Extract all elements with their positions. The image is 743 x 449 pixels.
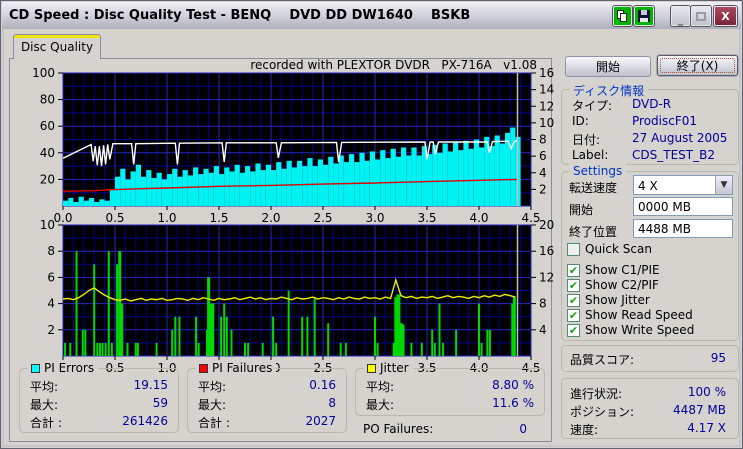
position-row: ポジション: 4487 MB [570, 403, 726, 419]
checkbox-icon [567, 242, 580, 256]
minimize-button[interactable]: _ [671, 6, 690, 26]
pi-errors-average-row: 平均: 19.15 [30, 378, 168, 394]
pi-failures-max-row: 最大: 8 [198, 396, 336, 412]
jitter-groupbox: Jitter 平均: 8.80 % 最大: 11.6 % [355, 361, 545, 416]
minimize-icon: _ [677, 12, 684, 26]
pi-errors-title: PI Errors [44, 361, 95, 375]
disc-label-row: Label: CDS_TEST_B2 [572, 148, 715, 162]
checkbox-show-write-speed[interactable]: ✔ Show Write Speed [567, 323, 694, 337]
progress-groupbox: 進行状況: 100 % ポジション: 4487 MB 速度: 4.17 X [561, 378, 739, 439]
checkbox-icon: ✔ [567, 278, 580, 292]
pi-failures-average-row: 平均: 0.16 [198, 378, 336, 394]
checkbox-quick-scan[interactable]: Quick Scan [567, 242, 652, 256]
pi-errors-total-row: 合計 :261426 [30, 414, 168, 430]
speed-select[interactable]: 4 X ▼ [633, 175, 733, 195]
pi-errors-groupbox: PI Errors 平均: 19.15 最大: 59 合計 :261426 [19, 361, 179, 433]
pi-errors-max-row: 最大: 59 [30, 396, 168, 412]
pi-failures-swatch [199, 363, 208, 373]
jitter-max-row: 最大: 11.6 % [366, 396, 534, 412]
tab-disc-quality[interactable]: Disc Quality [13, 34, 101, 59]
checkbox-show-c2-pif[interactable]: ✔ Show C2/PIF [567, 278, 659, 292]
app-window: CD Speed : Disc Quality Test - BENQ DVD … [0, 0, 743, 449]
disc-type-row: タイプ: DVD-R [572, 97, 672, 113]
window-title: CD Speed : Disc Quality Test - BENQ DVD … [9, 8, 471, 23]
checkbox-show-c1-pie[interactable]: ✔ Show C1/PIE [567, 263, 660, 277]
checkbox-icon: ✔ [567, 263, 580, 277]
end-position-field[interactable]: 4488 MB [633, 219, 733, 238]
quality-score-groupbox: 品質スコア: 95 [561, 345, 739, 372]
progress-row: 進行状況: 100 % [570, 385, 726, 401]
settings-title: Settings [569, 164, 627, 178]
maximize-icon [696, 11, 706, 21]
pi-failures-total-row: 合計 :2027 [198, 414, 336, 430]
speed-select-label: 転送速度 [569, 181, 618, 195]
copy-icon [617, 10, 628, 22]
po-failures-label: PO Failures: [363, 422, 434, 436]
po-failures-row: PO Failures: 0 [363, 422, 539, 436]
pi-failures-title: PI Failures [212, 361, 273, 375]
close-button[interactable]: X [714, 6, 737, 26]
start-position-field[interactable]: 0000 MB [633, 197, 733, 216]
jitter-swatch [367, 363, 376, 373]
pi-failures-groupbox: PI Failures 平均: 0.16 最大: 8 合計 :2027 [187, 361, 347, 433]
close-icon: X [721, 9, 730, 23]
chart-header: recorded with PLEXTOR DVDR PX-716A v1.08 [250, 58, 537, 72]
checkbox-icon: ✔ [567, 293, 580, 307]
disc-date-row: 日付: 27 August 2005 [572, 131, 728, 147]
checkbox-show-read-speed[interactable]: ✔ Show Read Speed [567, 308, 693, 322]
checkbox-show-jitter[interactable]: ✔ Show Jitter [567, 293, 650, 307]
checkbox-icon: ✔ [567, 323, 580, 337]
save-icon [638, 10, 650, 22]
pi-errors-swatch [31, 363, 40, 373]
disc-id-row: ID: ProdiscF01 [572, 114, 698, 128]
start-position-label: 開始 [569, 203, 594, 217]
start-button[interactable]: 開始 [565, 56, 651, 77]
chevron-down-icon[interactable]: ▼ [715, 176, 732, 194]
copy-to-clipboard-button[interactable] [613, 6, 632, 26]
jitter-title: Jitter [380, 361, 409, 375]
end-position-label: 終了位置 [569, 225, 618, 239]
exit-button[interactable]: 終了(X) [657, 55, 738, 76]
maximize-button[interactable] [691, 6, 711, 26]
po-failures-value: 0 [519, 422, 527, 436]
tab-label: Disc Quality [20, 40, 94, 54]
save-button[interactable] [634, 6, 654, 26]
disc-info-groupbox: ディスク情報 タイプ: DVD-R ID: ProdiscF01 日付: 27 Aug… [561, 82, 739, 165]
quality-score-row: 品質スコア: 95 [570, 351, 726, 367]
checkbox-icon: ✔ [567, 308, 580, 322]
jitter-average-row: 平均: 8.80 % [366, 378, 534, 394]
speed-row: 速度: 4.17 X [570, 421, 726, 437]
